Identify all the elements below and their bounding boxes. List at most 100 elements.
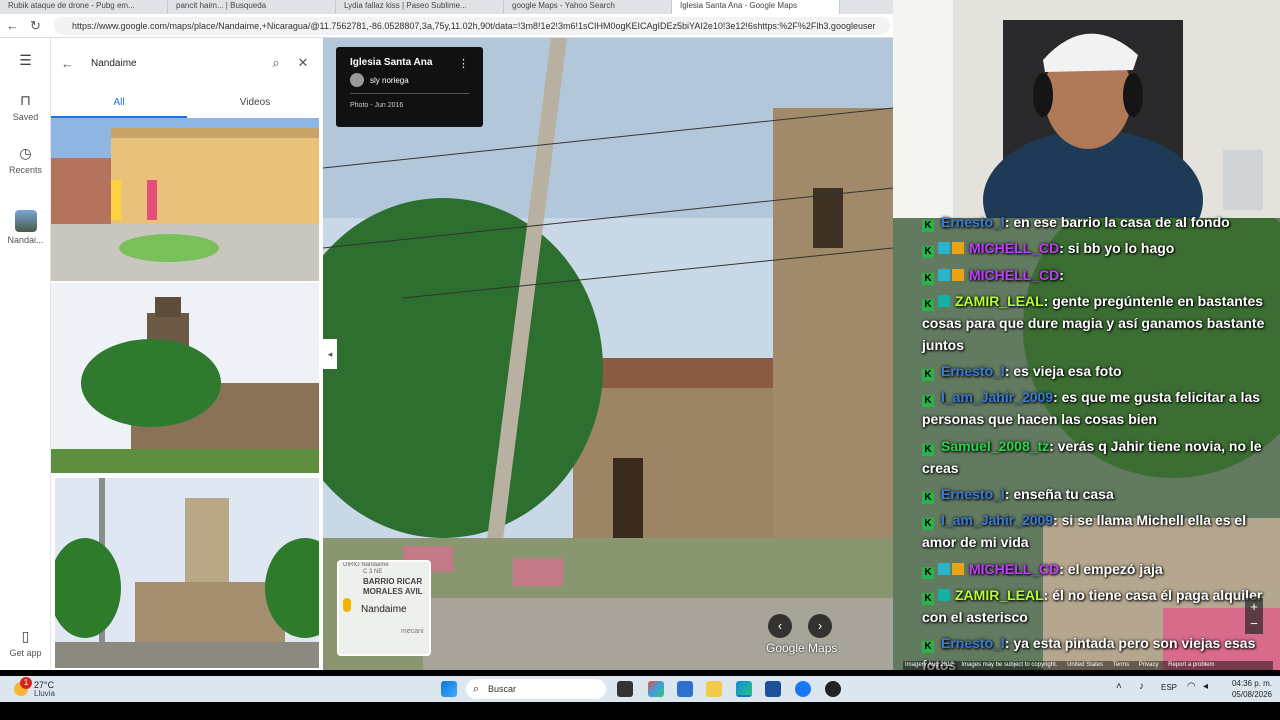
tab-videos[interactable]: Videos	[187, 94, 323, 118]
browser-tab[interactable]: google Maps - Yahoo Search	[504, 0, 672, 14]
streamer-webcam	[893, 0, 1280, 218]
k-badge-icon: K	[922, 246, 934, 259]
language-indicator[interactable]: ESP	[1161, 683, 1177, 692]
footer-link[interactable]: Report a problem	[1168, 662, 1214, 668]
bolt-badge-icon	[938, 562, 950, 575]
tab-all[interactable]: All	[51, 94, 187, 118]
reload-icon[interactable]: ↻	[30, 18, 41, 34]
chat-username[interactable]: ZAMIR_LEAL	[955, 587, 1044, 603]
taskbar: 1 27°C Lluvia ⌕ Buscar ˄ ♪ ESP ◠ ◂ 04:36…	[0, 676, 1280, 702]
zoom-out-button[interactable]: −	[1245, 615, 1263, 632]
footer-link[interactable]: Privacy	[1139, 662, 1159, 668]
chat-username[interactable]: I_am_Jahir_2009	[941, 389, 1053, 405]
avatar	[350, 73, 364, 87]
imagery-date: Imagery Aug 2012	[905, 662, 954, 668]
next-photo-button[interactable]: ›	[808, 614, 832, 638]
search-box[interactable]: ← Nandaime ⌕ ✕	[61, 48, 313, 78]
task-view-icon[interactable]	[617, 681, 633, 697]
google-maps-logo: Google Maps	[766, 641, 838, 655]
browser-tab[interactable]: Lydia fallaz kiss | Paseo Sublime...	[336, 0, 504, 14]
chat-message: K Ernesto_l: enseña tu casa	[922, 483, 1272, 505]
street-view[interactable]: Iglesia Santa Ana ⋮ sly noriega Photo - …	[323, 38, 893, 670]
photo-thumbnail-selected[interactable]	[53, 476, 321, 670]
microphone-icon[interactable]: ♪	[1139, 681, 1144, 692]
address-bar-row: ← ↻ https://www.google.com/maps/place/Na…	[0, 14, 893, 38]
saved-label: Saved	[12, 112, 39, 122]
recent-place-label: Nandai...	[7, 235, 44, 245]
clock-date: 05/08/2026	[1231, 690, 1272, 699]
recents-button[interactable]: ◷ Recents	[0, 145, 51, 175]
minimap-city: Nandaime	[361, 604, 407, 615]
clock[interactable]: 04:36 p. m. 05/08/2026	[1222, 678, 1272, 700]
chat-message: K ZAMIR_LEAL: gente pregúntenle en bastan…	[922, 290, 1272, 356]
browser-tab-active[interactable]: Iglesia Santa Ana - Google Maps	[672, 0, 840, 14]
gift-badge-icon	[938, 588, 950, 601]
taskbar-search[interactable]: ⌕ Buscar	[466, 679, 606, 699]
chat-username[interactable]: MICHELL_CD	[969, 240, 1059, 256]
chat-username[interactable]: Samuel_2008_tz	[941, 438, 1049, 454]
windows-start-icon[interactable]	[441, 681, 457, 697]
wifi-icon[interactable]: ◠	[1187, 681, 1196, 692]
bookmark-icon: ⊓	[20, 92, 31, 108]
place-name: Iglesia Santa Ana	[350, 57, 433, 68]
url-field[interactable]: https://www.google.com/maps/place/Nandai…	[54, 17, 890, 35]
weather-widget[interactable]: 1 27°C Lluvia	[12, 677, 72, 699]
previous-photo-button[interactable]: ‹	[768, 614, 792, 638]
photo-tabs: All Videos	[51, 94, 323, 118]
app-icon[interactable]	[825, 681, 841, 697]
chat-username[interactable]: Ernesto_l	[941, 214, 1005, 230]
photo-thumbnail[interactable]	[51, 283, 319, 473]
chat-username[interactable]: I_am_Jahir_2009	[941, 512, 1053, 528]
file-explorer-icon[interactable]	[706, 681, 722, 697]
footer-link[interactable]: United States	[1067, 662, 1103, 668]
search-icon[interactable]: ⌕	[259, 55, 293, 71]
outlook-icon[interactable]	[677, 681, 693, 697]
chat-username[interactable]: MICHELL_CD	[969, 561, 1059, 577]
k-badge-icon: K	[922, 443, 934, 456]
zoom-controls: + −	[1245, 598, 1263, 634]
crown-badge-icon	[952, 562, 964, 575]
edge-browser-icon[interactable]	[736, 681, 752, 697]
chevron-up-icon[interactable]: ˄	[1116, 681, 1122, 692]
chat-username[interactable]: Ernesto_l	[941, 635, 1005, 651]
chat-username[interactable]: Ernesto_l	[941, 363, 1005, 379]
bolt-badge-icon	[938, 268, 950, 281]
chat-message: K I_am_Jahir_2009: es que me gusta felici…	[922, 386, 1272, 430]
chat-text: :	[1059, 266, 1064, 283]
gift-badge-icon	[938, 294, 950, 307]
chat-message: K I_am_Jahir_2009: si se llama Michell el…	[922, 509, 1272, 553]
chat-username[interactable]: ZAMIR_LEAL	[955, 293, 1044, 309]
footer-link[interactable]: Terms	[1113, 662, 1129, 668]
copilot-icon[interactable]	[648, 681, 664, 697]
volume-icon[interactable]: ◂	[1203, 681, 1208, 692]
more-options-icon[interactable]: ⋮	[458, 57, 469, 70]
chat-message: K MICHELL_CD: el empezó jaja	[922, 558, 1272, 580]
facebook-icon[interactable]	[795, 681, 811, 697]
get-app-button[interactable]: ▯ Get app	[0, 628, 51, 658]
store-icon[interactable]	[765, 681, 781, 697]
mini-map[interactable]: DIRIO Nandaime C 3 NE BARRIO RICAR MORAL…	[337, 560, 431, 656]
menu-button[interactable]: ☰	[0, 52, 51, 72]
zoom-in-button[interactable]: +	[1245, 598, 1263, 615]
chat-text: : es vieja esa foto	[1004, 363, 1122, 380]
saved-button[interactable]: ⊓ Saved	[0, 92, 51, 122]
chevron-left-icon: ‹	[777, 618, 783, 633]
browser-tab[interactable]: pancit haim... | Busqueda	[168, 0, 336, 14]
author-row[interactable]: sly noriega	[350, 73, 469, 87]
crown-badge-icon	[952, 268, 964, 281]
close-icon[interactable]: ✕	[293, 55, 313, 71]
stream-chat: K Ernesto_l: en ese barrio la casa de al …	[922, 211, 1272, 681]
back-arrow-icon[interactable]: ←	[61, 56, 89, 71]
chat-username[interactable]: Ernesto_l	[941, 486, 1005, 502]
thumbnail-image	[51, 283, 319, 473]
search-input[interactable]: Nandaime	[89, 58, 259, 69]
phone-icon: ▯	[21, 628, 30, 644]
recent-place-button[interactable]: Nandai...	[0, 210, 51, 245]
hamburger-icon: ☰	[19, 52, 32, 68]
browser-tab[interactable]: Rubik ataque de drone - Pubg em...	[0, 0, 168, 14]
collapse-panel-button[interactable]: ◂	[323, 339, 337, 369]
chat-username[interactable]: MICHELL_CD	[969, 267, 1059, 283]
back-arrow-icon[interactable]: ←	[6, 18, 19, 33]
photo-thumbnail[interactable]	[51, 118, 319, 281]
weather-desc: Lluvia	[34, 689, 55, 698]
